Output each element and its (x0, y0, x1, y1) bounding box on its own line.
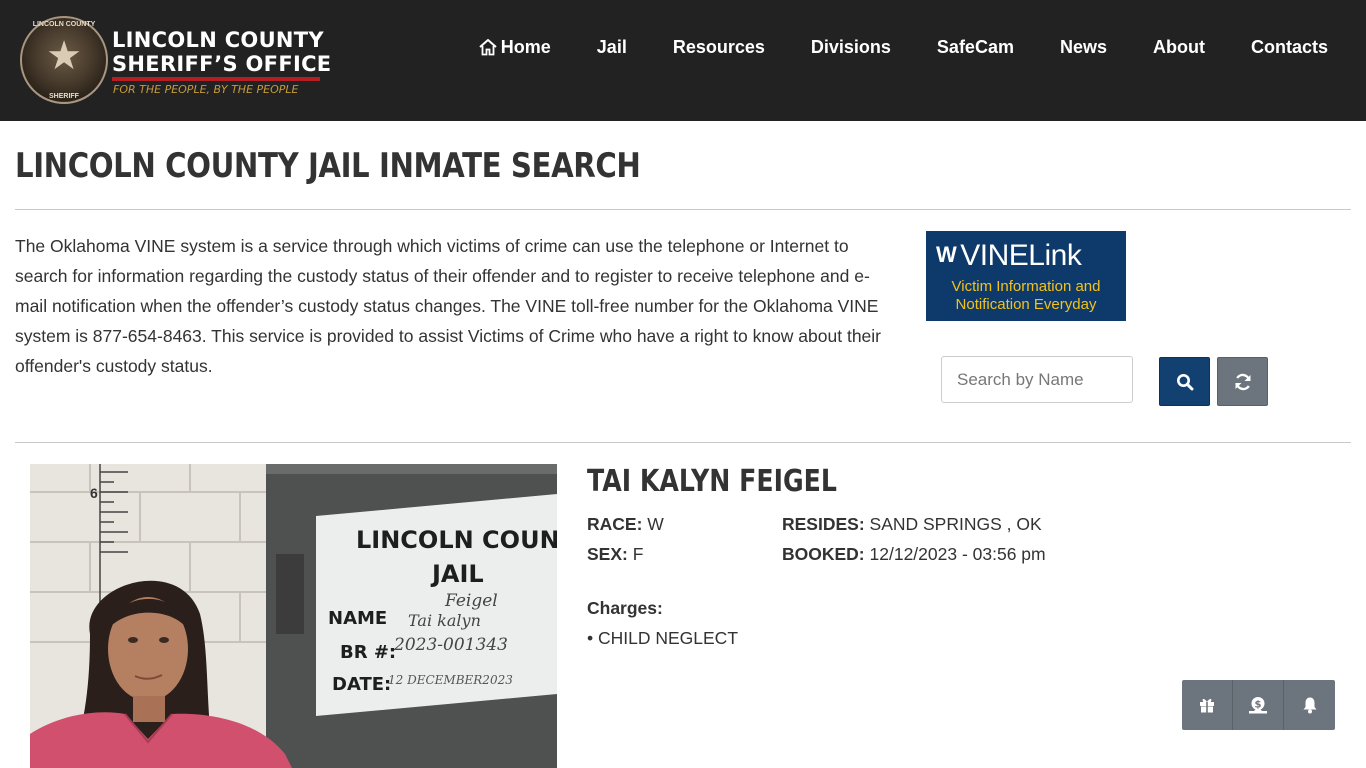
nav-divisions[interactable]: Divisions (811, 37, 891, 58)
nav-resources[interactable]: Resources (673, 37, 765, 58)
site-logo[interactable]: LINCOLN COUNTY ★ SHERIFF LINCOLN COUNTY … (20, 16, 331, 106)
sex-value: F (632, 544, 644, 564)
nav-home[interactable]: Home (478, 37, 551, 58)
height-mark: 6 (90, 485, 98, 501)
search-icon (1176, 373, 1193, 390)
sign-date-label: DATE: (332, 674, 391, 695)
bond-button[interactable]: $ (1233, 680, 1284, 730)
sign-line1: LINCOLN COUNTY (356, 526, 557, 554)
inmate-action-group: $ (1182, 680, 1335, 730)
vinelink-logo: W VINELink (936, 239, 1082, 273)
nav-news[interactable]: News (1060, 37, 1107, 58)
sign-br-value: 2023-001343 (393, 635, 508, 655)
mugshot-image: 6 LINCOLN COUNTY JAIL NAME Feigel Tai ka… (30, 464, 557, 768)
nav-safecam[interactable]: SafeCam (937, 37, 1014, 58)
inmate-sex: SEX: F (587, 544, 643, 565)
nav-about[interactable]: About (1153, 37, 1205, 58)
logo-line1: LINCOLN COUNTY (112, 28, 324, 52)
badge-top-text: LINCOLN COUNTY (32, 21, 96, 28)
sheriff-badge-icon: LINCOLN COUNTY ★ SHERIFF (20, 16, 108, 104)
sign-br-label: BR #: (340, 642, 396, 663)
inmate-photo: 6 LINCOLN COUNTY JAIL NAME Feigel Tai ka… (30, 464, 557, 768)
race-value: W (647, 514, 664, 534)
search-input[interactable] (941, 356, 1133, 403)
notify-button[interactable] (1284, 680, 1335, 730)
home-icon (479, 39, 497, 56)
refresh-icon (1235, 373, 1250, 390)
search-button[interactable] (1159, 357, 1210, 406)
logo-line2: SHERIFF’S OFFICE (112, 52, 332, 76)
sex-label: SEX: (587, 544, 628, 564)
resides-value: SAND SPRINGS , OK (869, 514, 1042, 534)
booked-value: 12/12/2023 - 03:56 pm (869, 544, 1046, 564)
booked-label: BOOKED: (782, 544, 865, 564)
site-header: LINCOLN COUNTY ★ SHERIFF LINCOLN COUNTY … (0, 0, 1366, 121)
main-nav: Home Jail Resources Divisions SafeCam Ne… (478, 34, 1328, 60)
badge-bottom-text: SHERIFF (49, 93, 79, 100)
nav-jail[interactable]: Jail (597, 37, 627, 58)
race-label: RACE: (587, 514, 643, 534)
svg-text:$: $ (1255, 700, 1262, 711)
vinelink-logo-text: VINELink (960, 239, 1082, 272)
charges-label: Charges: (587, 598, 663, 618)
vinelink-tagline-line2: Notification Everyday (955, 296, 1097, 313)
vinelink-tagline: Victim Information and Notification Ever… (926, 278, 1126, 314)
vine-intro-text: The Oklahoma VINE system is a service th… (15, 236, 881, 376)
sign-line2: JAIL (430, 560, 484, 588)
charge-item: • CHILD NEGLECT (587, 628, 739, 648)
title-divider (15, 209, 1351, 210)
money-icon: $ (1249, 697, 1267, 714)
commissary-button[interactable] (1182, 680, 1233, 730)
page-title: LINCOLN COUNTY JAIL INMATE SEARCH (15, 146, 641, 186)
inmate-race: RACE: W (587, 514, 664, 535)
logo-divider (112, 77, 320, 81)
nav-home-label: Home (500, 36, 551, 57)
vinelink-banner[interactable]: W VINELink Victim Information and Notific… (926, 231, 1126, 321)
inmate-booked: BOOKED: 12/12/2023 - 03:56 pm (782, 544, 1046, 565)
booking-sign: LINCOLN COUNTY JAIL NAME Feigel Tai kaly… (316, 494, 557, 716)
star-icon: ★ (46, 33, 82, 79)
inmate-name: TAI KALYN FEIGEL (587, 464, 837, 499)
gift-icon (1200, 698, 1214, 713)
sign-date-value: 12 DECEMBER2023 (388, 673, 513, 687)
vine-mark-icon: W (936, 242, 957, 267)
sign-name-value2: Tai kalyn (408, 611, 481, 630)
vinelink-tagline-line1: Victim Information and (951, 278, 1101, 295)
sign-name-value: Feigel (444, 591, 498, 611)
sign-name-label: NAME (328, 608, 387, 629)
nav-contacts[interactable]: Contacts (1251, 37, 1328, 58)
resides-label: RESIDES: (782, 514, 865, 534)
logo-tagline: FOR THE PEOPLE, BY THE PEOPLE (113, 83, 299, 96)
section-divider (15, 442, 1351, 443)
inmate-resides: RESIDES: SAND SPRINGS , OK (782, 514, 1042, 535)
reset-button[interactable] (1217, 357, 1268, 406)
bell-icon (1303, 697, 1316, 714)
